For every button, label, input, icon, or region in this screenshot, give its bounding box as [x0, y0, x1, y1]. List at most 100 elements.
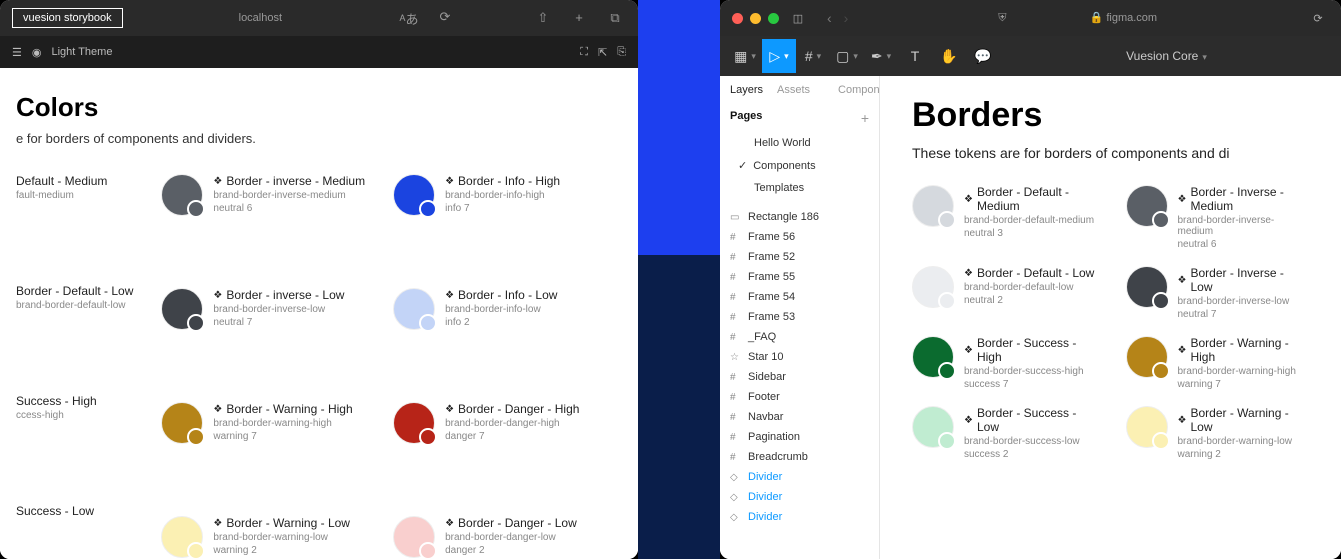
reload-icon[interactable]: ⟳ — [434, 9, 456, 28]
figma-menu-icon[interactable]: ▦▾ — [728, 39, 762, 73]
tabs-icon[interactable]: ⧉ — [604, 10, 626, 26]
token-path: brand-border-info-high — [445, 190, 560, 201]
token-name: Border - Inverse - Low — [1190, 266, 1309, 294]
token-icon: ❖ — [1178, 275, 1187, 286]
token-path: brand-border-success-high — [964, 366, 1096, 377]
share-icon[interactable]: ⇧ — [532, 10, 554, 26]
layer-type-icon: # — [730, 432, 742, 443]
link-icon[interactable]: ⎘ — [617, 46, 626, 59]
document-title[interactable]: Vuesion Core▾ — [1000, 49, 1333, 63]
window-titlebar: vuesion storybook localhost ᴬあ ⟳ ⇧ + ⧉ — [0, 0, 638, 36]
token-var: neutral 7 — [1178, 309, 1310, 320]
color-token[interactable]: ❖Border - Default -Mediumbrand-border-de… — [912, 185, 1096, 250]
forward-icon[interactable]: › — [844, 10, 849, 26]
token-name: Border - Inverse - Medium — [1190, 185, 1309, 213]
token-path: brand-border-inverse-low — [213, 304, 344, 315]
fullscreen-icon[interactable]: ⛶ — [580, 46, 588, 59]
color-token[interactable]: ❖Border - Warning - Highbrand-border-war… — [1126, 336, 1310, 390]
layer-item[interactable]: ◇Divider — [720, 467, 879, 487]
token-name: Border - Danger - Low — [458, 516, 577, 530]
swatch — [393, 402, 435, 444]
eye-icon[interactable]: ◉ — [32, 46, 42, 59]
hand-tool-icon[interactable]: ✋ — [932, 39, 966, 73]
layer-item[interactable]: ◇Divider — [720, 487, 879, 507]
reload-icon[interactable]: ⟳ — [1307, 12, 1329, 25]
swatch — [161, 516, 203, 558]
color-token: ❖Border - Warning - Highbrand-border-war… — [161, 402, 365, 454]
close-icon[interactable] — [732, 13, 743, 24]
theme-label[interactable]: Light Theme — [51, 46, 112, 58]
color-token: ❖Success - Low — [16, 504, 133, 556]
maximize-icon[interactable] — [768, 13, 779, 24]
token-name: Border - Warning - Low — [226, 516, 350, 530]
layer-item[interactable]: #Breadcrumb — [720, 447, 879, 467]
token-name: Border - Warning - Low — [1190, 406, 1309, 434]
token-path: brand-border-success-low — [964, 436, 1096, 447]
layer-item[interactable]: ◇Divider — [720, 507, 879, 527]
layer-item[interactable]: #Sidebar — [720, 367, 879, 387]
token-name: Border - inverse - Low — [226, 288, 344, 302]
frame-tool-icon[interactable]: #▾ — [796, 39, 830, 73]
back-icon[interactable]: ‹ — [827, 10, 832, 26]
comment-tool-icon[interactable]: 💬 — [966, 39, 1000, 73]
color-token[interactable]: ❖Border - Warning - Lowbrand-border-warn… — [1126, 406, 1310, 460]
open-icon[interactable]: ⇱ — [598, 46, 607, 59]
token-path: fault-medium — [16, 190, 107, 201]
token-icon: ❖ — [445, 404, 454, 415]
move-tool-icon[interactable]: ▷▾ — [762, 39, 796, 73]
shape-tool-icon[interactable]: ▢▾ — [830, 39, 864, 73]
color-token[interactable]: ❖Border - Inverse - Lowbrand-border-inve… — [1126, 266, 1310, 320]
tab-layers[interactable]: Layers — [730, 84, 763, 96]
storybook-canvas: Colors e for borders of components and d… — [0, 68, 638, 559]
token-var: success 2 — [964, 449, 1096, 460]
layer-item[interactable]: #Frame 53 — [720, 307, 879, 327]
token-name: Border - Info - Low — [458, 288, 557, 302]
color-token[interactable]: ❖Border - Default - Lowbrand-border-defa… — [912, 266, 1096, 320]
layer-item[interactable]: #Frame 55 — [720, 267, 879, 287]
text-tool-icon[interactable]: T — [898, 39, 932, 73]
layer-item[interactable]: ☆Star 10 — [720, 347, 879, 367]
color-token[interactable]: ❖Border - Inverse - Mediumbrand-border-i… — [1126, 185, 1310, 250]
tab-assets[interactable]: Assets — [777, 84, 810, 96]
pen-tool-icon[interactable]: ✒▾ — [864, 39, 898, 73]
minimize-icon[interactable] — [750, 13, 761, 24]
token-name: Success - High — [16, 394, 97, 408]
address-bar[interactable]: ⛨ 🔒 figma.com — [856, 11, 1299, 25]
swatch — [912, 185, 954, 227]
color-token: ❖Default - Mediumfault-medium — [16, 174, 133, 226]
figma-canvas[interactable]: Borders These tokens are for borders of … — [880, 76, 1341, 559]
token-icon: ❖ — [964, 268, 973, 279]
page-item[interactable]: ✓Components — [720, 154, 879, 177]
layer-item[interactable]: #Frame 52 — [720, 247, 879, 267]
menu-icon[interactable]: ☰ — [12, 46, 22, 59]
address-bar[interactable]: localhost — [131, 12, 390, 24]
layer-item[interactable]: #Footer — [720, 387, 879, 407]
layer-item[interactable]: ▭Rectangle 186 — [720, 207, 879, 227]
color-token[interactable]: ❖Border - Success - Highbrand-border-suc… — [912, 336, 1096, 390]
tab-components[interactable]: Components — [838, 84, 880, 96]
layer-item[interactable]: #_FAQ — [720, 327, 879, 347]
browser-tab[interactable]: vuesion storybook — [12, 8, 123, 28]
page-subtitle: e for borders of components and dividers… — [16, 131, 622, 146]
token-name: Border - Default - Low — [977, 266, 1094, 280]
token-var: info 2 — [445, 317, 557, 328]
translate-icon[interactable]: ᴬあ — [398, 9, 420, 28]
layer-item[interactable]: #Frame 54 — [720, 287, 879, 307]
layer-type-icon: # — [730, 392, 742, 403]
token-path: brand-border-inverse-medium — [213, 190, 365, 201]
token-path: brand-border-warning-high — [1178, 366, 1310, 377]
layer-item[interactable]: #Pagination — [720, 427, 879, 447]
add-page-icon[interactable]: + — [861, 110, 869, 126]
color-token[interactable]: ❖Border - Success - Lowbrand-border-succ… — [912, 406, 1096, 460]
layer-item[interactable]: #Frame 56 — [720, 227, 879, 247]
token-name: Border - Warning - High — [226, 402, 352, 416]
layer-type-icon: # — [730, 412, 742, 423]
layer-item[interactable]: #Navbar — [720, 407, 879, 427]
page-item[interactable]: Hello World — [720, 132, 879, 154]
sidebar-icon[interactable]: ◫ — [787, 12, 809, 25]
new-tab-icon[interactable]: + — [568, 10, 590, 26]
token-var: neutral 6 — [213, 203, 365, 214]
token-path: ccess-high — [16, 410, 97, 421]
page-item[interactable]: Templates — [720, 177, 879, 199]
swatch — [1126, 336, 1168, 378]
